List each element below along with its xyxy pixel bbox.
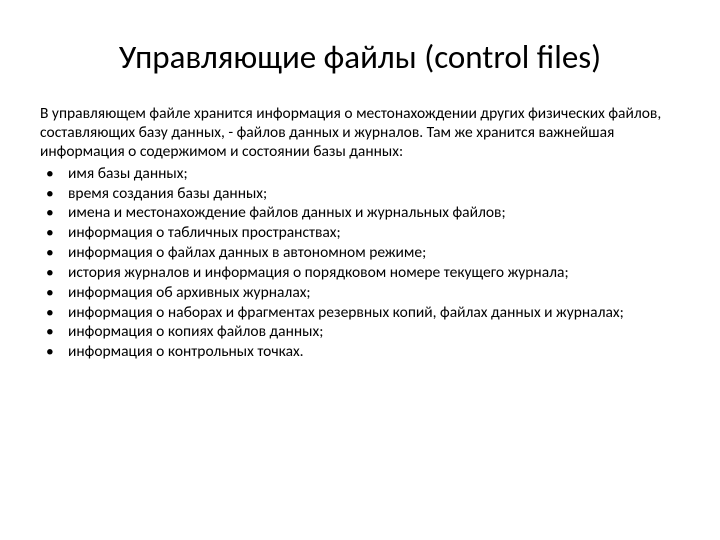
list-item: информация о файлах данных в автономном … (40, 243, 680, 263)
list-item: информация о табличных пространствах; (40, 223, 680, 243)
list-item: информация о копиях файлов данных; (40, 322, 680, 342)
list-item: история журналов и информация о порядков… (40, 263, 680, 283)
bullet-list: имя базы данных; время создания базы дан… (40, 164, 680, 362)
slide: Управляющие файлы (control files) В упра… (0, 0, 720, 540)
list-item: имя базы данных; (40, 164, 680, 184)
list-item: информация об архивных журналах; (40, 283, 680, 303)
slide-title: Управляющие файлы (control files) (40, 38, 680, 78)
intro-paragraph: В управляющем файле хранится информация … (40, 104, 680, 162)
list-item: информация о наборах и фрагментах резерв… (40, 303, 680, 323)
list-item: имена и местонахождение файлов данных и … (40, 203, 680, 223)
list-item: время создания базы данных; (40, 184, 680, 204)
list-item: информация о контрольных точках. (40, 342, 680, 362)
